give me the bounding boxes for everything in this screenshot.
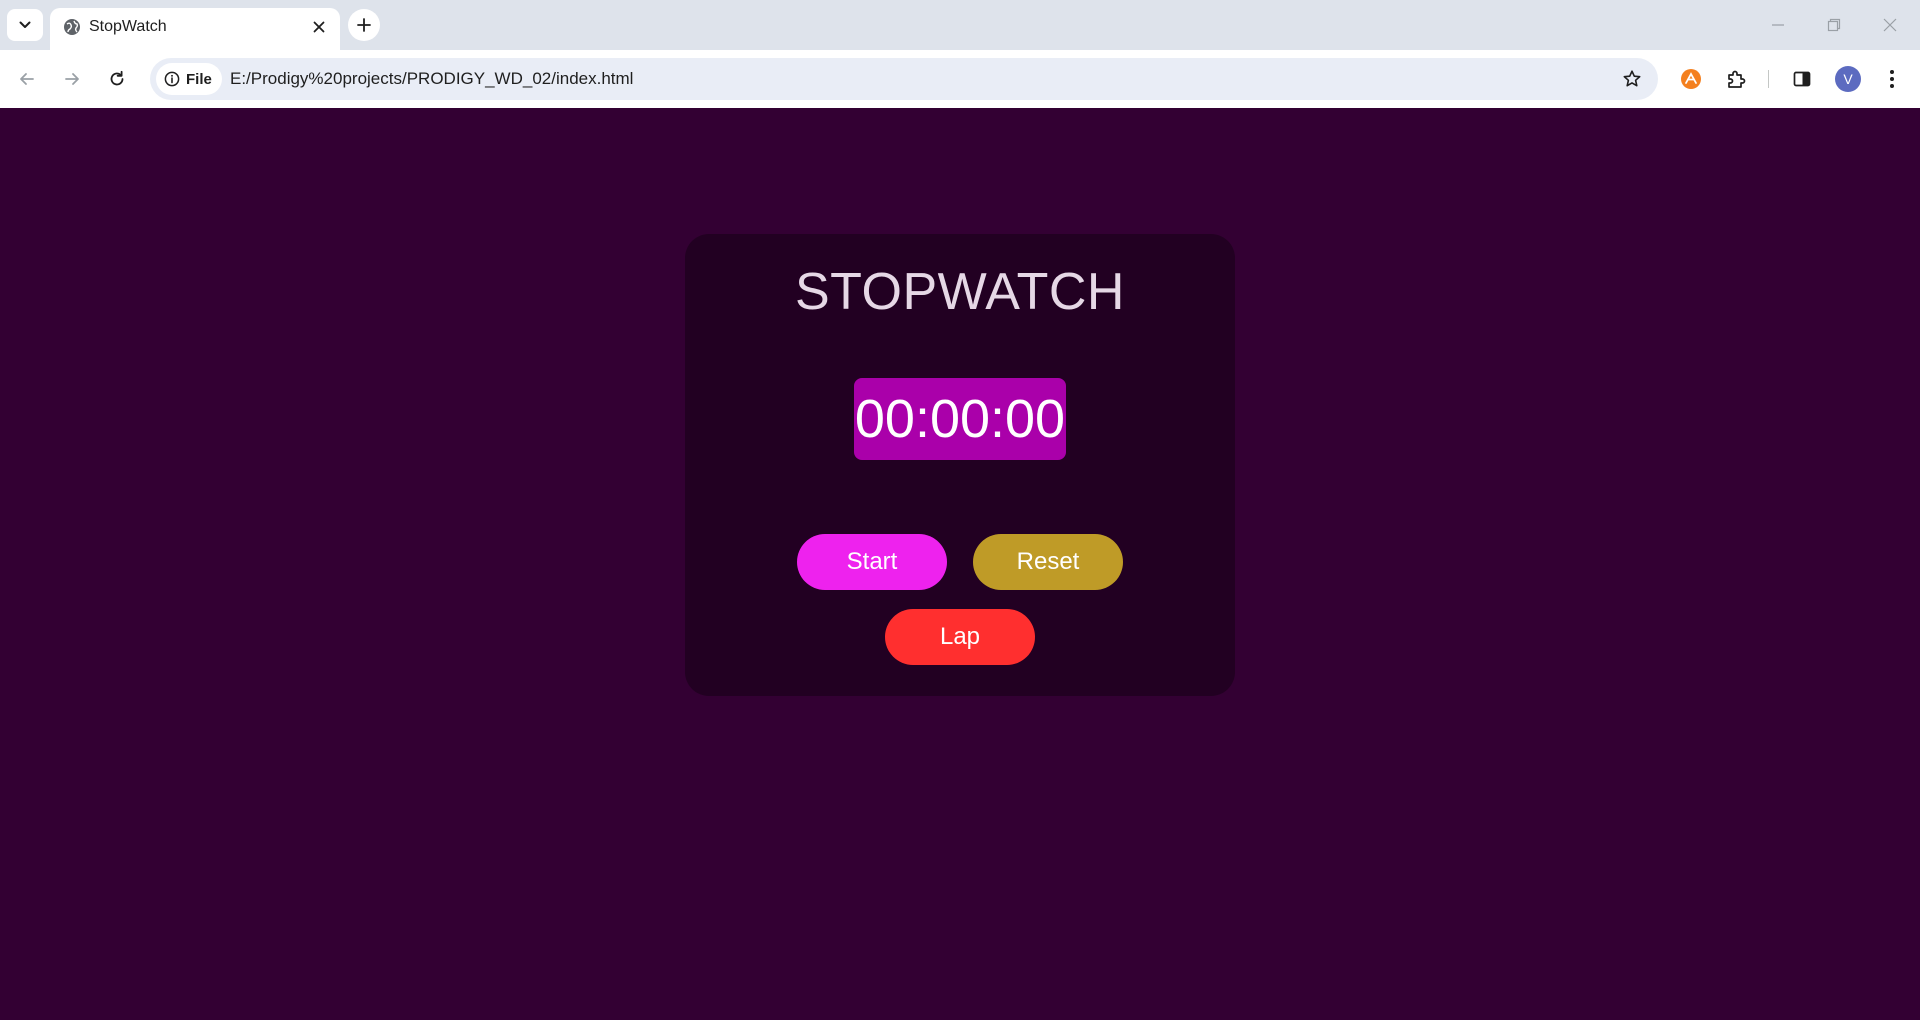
plus-icon <box>357 18 371 32</box>
time-display: 00:00:00 <box>854 378 1066 460</box>
globe-icon <box>64 19 80 35</box>
site-chip-label: File <box>186 70 212 88</box>
profile-avatar[interactable]: V <box>1835 66 1861 92</box>
close-window-button[interactable] <box>1862 0 1918 50</box>
side-panel-icon <box>1793 71 1811 87</box>
reload-button[interactable] <box>99 61 135 97</box>
close-tab-button[interactable] <box>308 16 330 38</box>
star-icon <box>1623 70 1641 87</box>
info-icon <box>164 71 180 87</box>
close-window-icon <box>1883 18 1897 32</box>
tab-title: StopWatch <box>89 18 167 35</box>
reload-icon <box>110 70 124 86</box>
minimize-window-button[interactable] <box>1750 0 1806 50</box>
url-text[interactable]: E:/Prodigy%20projects/PRODIGY_WD_02/inde… <box>230 69 633 89</box>
tab-strip: StopWatch <box>0 0 1920 50</box>
site-info-chip[interactable]: File <box>156 63 222 95</box>
stopwatch-card: STOPWATCH 00:00:00 Start Reset Lap <box>685 234 1235 696</box>
chevron-down-icon <box>19 21 31 28</box>
extensions-button[interactable] <box>1719 62 1753 96</box>
minimize-icon <box>1772 24 1784 26</box>
arrow-right-icon <box>65 73 79 85</box>
browser-toolbar: File E:/Prodigy%20projects/PRODIGY_WD_02… <box>0 50 1920 108</box>
page-title: STOPWATCH <box>795 263 1125 321</box>
browser-tab-active[interactable]: StopWatch <box>50 8 340 50</box>
arrow-left-icon <box>20 73 34 85</box>
extension-badge-icon <box>1681 69 1701 89</box>
address-bar[interactable]: File E:/Prodigy%20projects/PRODIGY_WD_02… <box>150 58 1658 100</box>
forward-button[interactable] <box>54 61 90 97</box>
restore-window-button[interactable] <box>1806 0 1862 50</box>
new-tab-button[interactable] <box>348 9 380 41</box>
puzzle-icon <box>1728 70 1746 88</box>
toolbar-divider <box>1768 70 1769 88</box>
extension-action-button[interactable] <box>1674 62 1708 96</box>
close-icon <box>313 21 325 33</box>
restore-icon <box>1827 18 1841 32</box>
reset-button[interactable]: Reset <box>973 534 1123 590</box>
browser-menu-button[interactable] <box>1875 62 1909 96</box>
tab-search-button[interactable] <box>7 9 43 41</box>
lap-button[interactable]: Lap <box>885 609 1035 665</box>
back-button[interactable] <box>9 61 45 97</box>
start-button[interactable]: Start <box>797 534 947 590</box>
more-vert-icon <box>1890 70 1894 88</box>
bookmark-button[interactable] <box>1616 63 1648 95</box>
page-viewport: STOPWATCH 00:00:00 Start Reset Lap <box>0 108 1920 1020</box>
side-panel-button[interactable] <box>1785 62 1819 96</box>
